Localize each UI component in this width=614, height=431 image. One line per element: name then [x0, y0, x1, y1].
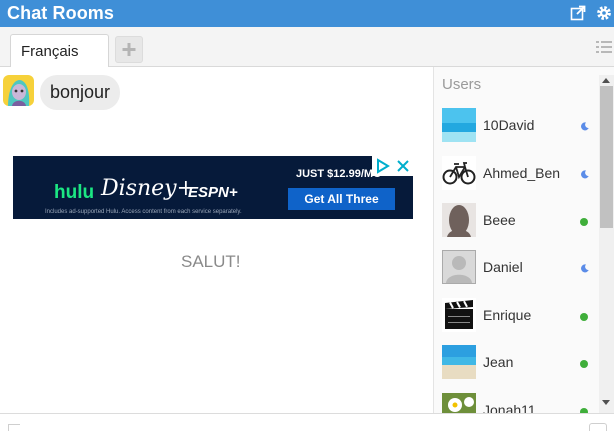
- user-name: Daniel: [483, 259, 523, 275]
- message-avatar[interactable]: [3, 75, 34, 106]
- advertisement-banner[interactable]: hulu Disney+ ESPN+ JUST $12.99/MO Get Al…: [13, 156, 413, 219]
- ad-close-icon[interactable]: [393, 156, 413, 176]
- message-composer: [0, 413, 614, 431]
- away-moon-icon: [581, 264, 589, 273]
- user-name: 10David: [483, 117, 535, 133]
- ad-brand-hulu: hulu: [54, 182, 95, 203]
- user-name: Jonah11: [483, 402, 536, 413]
- ad-fine-print: Includes ad-supported Hulu. Access conte…: [45, 209, 242, 215]
- header-bar: Chat Rooms: [0, 0, 614, 27]
- away-moon-icon: [581, 122, 589, 131]
- user-avatar: [442, 156, 476, 190]
- ad-brand-disney: Disney+: [101, 176, 196, 201]
- user-item-daniel[interactable]: Daniel: [434, 250, 599, 297]
- user-avatar: [442, 345, 476, 379]
- user-avatar: [442, 298, 476, 332]
- gear-icon[interactable]: [596, 5, 612, 21]
- user-name: Ahmed_Ben: [483, 165, 561, 181]
- scrollbar-thumb[interactable]: [600, 86, 613, 228]
- online-status-dot: [580, 218, 588, 226]
- external-link-icon[interactable]: [570, 5, 586, 21]
- scroll-up-arrow-icon[interactable]: [602, 78, 610, 83]
- user-avatar: [442, 108, 476, 142]
- user-avatar: [442, 203, 476, 237]
- away-moon-icon: [581, 170, 589, 179]
- send-button[interactable]: [589, 423, 607, 431]
- add-tab-button[interactable]: [115, 36, 143, 63]
- user-item-enrique[interactable]: Enrique: [434, 298, 599, 345]
- user-item-10david[interactable]: 10David: [434, 108, 599, 155]
- user-name: Jean: [483, 354, 514, 370]
- user-item-beee[interactable]: Beee: [434, 203, 599, 250]
- ad-price: JUST $12.99/MO: [296, 168, 382, 180]
- chat-app: Chat Rooms Français bonjour hulu Disney+…: [0, 0, 614, 431]
- ad-brand-espn: ESPN+: [188, 184, 238, 201]
- online-status-dot: [580, 313, 588, 321]
- user-item-jonah11[interactable]: Jonah11: [434, 393, 599, 413]
- adchoices-icon[interactable]: [372, 156, 393, 176]
- users-panel: Users 10David Ahmed_Ben Beee Daniel Enri…: [433, 67, 614, 413]
- users-title: Users: [442, 76, 482, 93]
- user-avatar: [442, 393, 476, 413]
- tab-francais[interactable]: Français: [10, 34, 109, 68]
- tab-bar: Français: [0, 27, 614, 68]
- composer-left-control[interactable]: [8, 424, 20, 431]
- online-status-dot: [580, 360, 588, 368]
- user-avatar: [442, 250, 476, 284]
- app-title: Chat Rooms: [7, 3, 115, 23]
- user-item-jean[interactable]: Jean: [434, 345, 599, 392]
- ad-cta-button[interactable]: Get All Three: [288, 188, 395, 210]
- message-bubble: bonjour: [40, 75, 121, 110]
- chat-messages-area[interactable]: bonjour hulu Disney+ ESPN+ JUST $12.99/M…: [0, 67, 432, 413]
- plus-icon: [122, 43, 136, 56]
- user-item-ahmed-ben[interactable]: Ahmed_Ben: [434, 156, 599, 203]
- system-message: SALUT!: [181, 252, 241, 271]
- scroll-down-arrow-icon[interactable]: [602, 400, 610, 405]
- users-scrollbar[interactable]: [599, 75, 614, 413]
- list-icon[interactable]: [596, 41, 612, 53]
- user-name: Beee: [483, 212, 516, 228]
- user-name: Enrique: [483, 307, 532, 323]
